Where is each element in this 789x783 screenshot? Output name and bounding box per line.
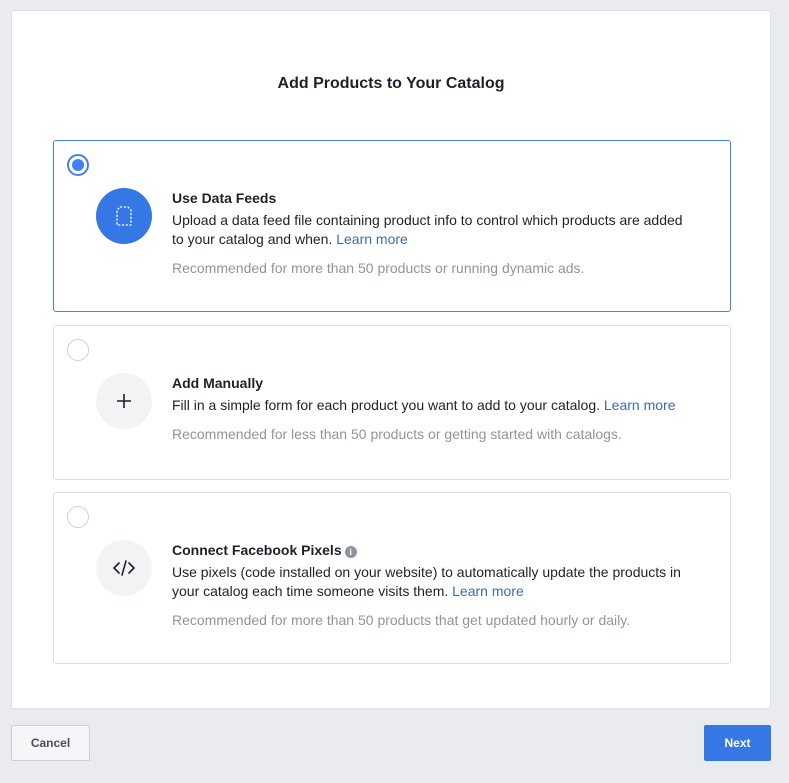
option-add-manually[interactable]: Add Manually Fill in a simple form for e… <box>53 325 731 480</box>
dialog-panel: Add Products to Your Catalog Use Data Fe… <box>11 10 771 709</box>
cancel-button[interactable]: Cancel <box>11 725 90 761</box>
radio-use-data-feeds[interactable] <box>67 154 89 176</box>
option-description: Fill in a simple form for each product y… <box>172 397 676 413</box>
option-description: Upload a data feed file containing produ… <box>172 212 683 247</box>
next-button[interactable]: Next <box>704 725 771 761</box>
option-title: Connect Facebook Pixels i <box>172 541 697 559</box>
page-title: Add Products to Your Catalog <box>277 75 505 92</box>
learn-more-link[interactable]: Learn more <box>452 583 524 599</box>
option-title: Add Manually <box>172 375 264 391</box>
radio-add-manually[interactable] <box>67 339 89 361</box>
option-recommendation: Recommended for more than 50 products or… <box>172 260 585 276</box>
learn-more-link[interactable]: Learn more <box>604 397 676 413</box>
radio-connect-facebook-pixels[interactable] <box>67 506 89 528</box>
option-recommendation: Recommended for less than 50 products or… <box>172 426 622 442</box>
option-title: Use Data Feeds <box>172 190 277 206</box>
code-icon <box>96 540 152 596</box>
info-icon[interactable]: i <box>344 546 357 558</box>
option-connect-facebook-pixels[interactable]: Connect Facebook Pixels i Use pixels (cod… <box>53 492 731 664</box>
plus-icon <box>96 373 152 429</box>
option-description: Use pixels (code installed on your websi… <box>172 564 681 599</box>
document-icon <box>96 188 152 244</box>
learn-more-link[interactable]: Learn more <box>336 231 408 247</box>
option-recommendation: Recommended for more than 50 products th… <box>172 612 631 628</box>
option-use-data-feeds[interactable]: Use Data Feeds Upload a data feed file c… <box>53 140 731 312</box>
